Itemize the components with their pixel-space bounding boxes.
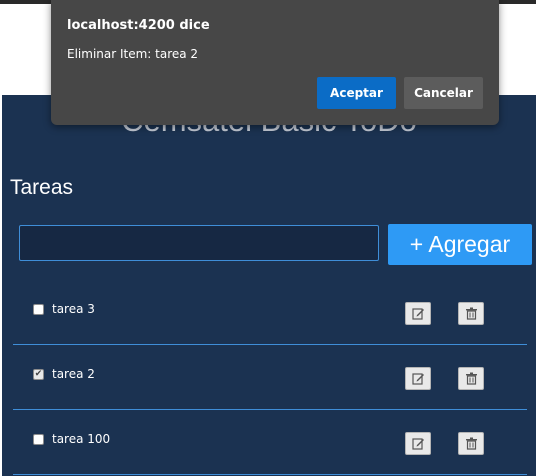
todo-app: Cemsatel Basic ToDo Tareas + Agregar tar… [2, 95, 536, 476]
task-list: tarea 3 ✔ tarea 2 tarea 100 [13, 280, 527, 475]
add-task-button[interactable]: + Agregar [388, 224, 532, 265]
trash-icon [465, 372, 477, 385]
task-row: tarea 3 [13, 280, 527, 345]
trash-icon [465, 307, 477, 320]
task-label: tarea 100 [52, 432, 111, 446]
task-checkbox[interactable] [33, 434, 44, 445]
new-task-input[interactable] [19, 225, 379, 261]
dialog-title: localhost:4200 dice [67, 18, 210, 33]
confirm-dialog: localhost:4200 dice Eliminar Item: tarea… [51, 0, 499, 125]
trash-icon [465, 437, 477, 450]
task-row: tarea 100 [13, 410, 527, 475]
cancel-button[interactable]: Cancelar [404, 77, 483, 109]
delete-button[interactable] [458, 302, 484, 325]
accept-button[interactable]: Aceptar [317, 77, 396, 109]
edit-icon [411, 373, 424, 385]
checkmark-icon: ✔ [34, 369, 43, 379]
task-label: tarea 3 [52, 302, 95, 316]
task-checkbox[interactable] [33, 304, 44, 315]
edit-icon [411, 308, 424, 320]
edit-button[interactable] [405, 302, 431, 325]
task-row: ✔ tarea 2 [13, 345, 527, 410]
section-title: Tareas [10, 176, 74, 199]
task-checkbox[interactable]: ✔ [33, 369, 44, 380]
edit-button[interactable] [405, 432, 431, 455]
delete-button[interactable] [458, 367, 484, 390]
edit-button[interactable] [405, 367, 431, 390]
delete-button[interactable] [458, 432, 484, 455]
dialog-message: Eliminar Item: tarea 2 [67, 47, 199, 61]
task-label: tarea 2 [52, 367, 95, 381]
edit-icon [411, 438, 424, 450]
